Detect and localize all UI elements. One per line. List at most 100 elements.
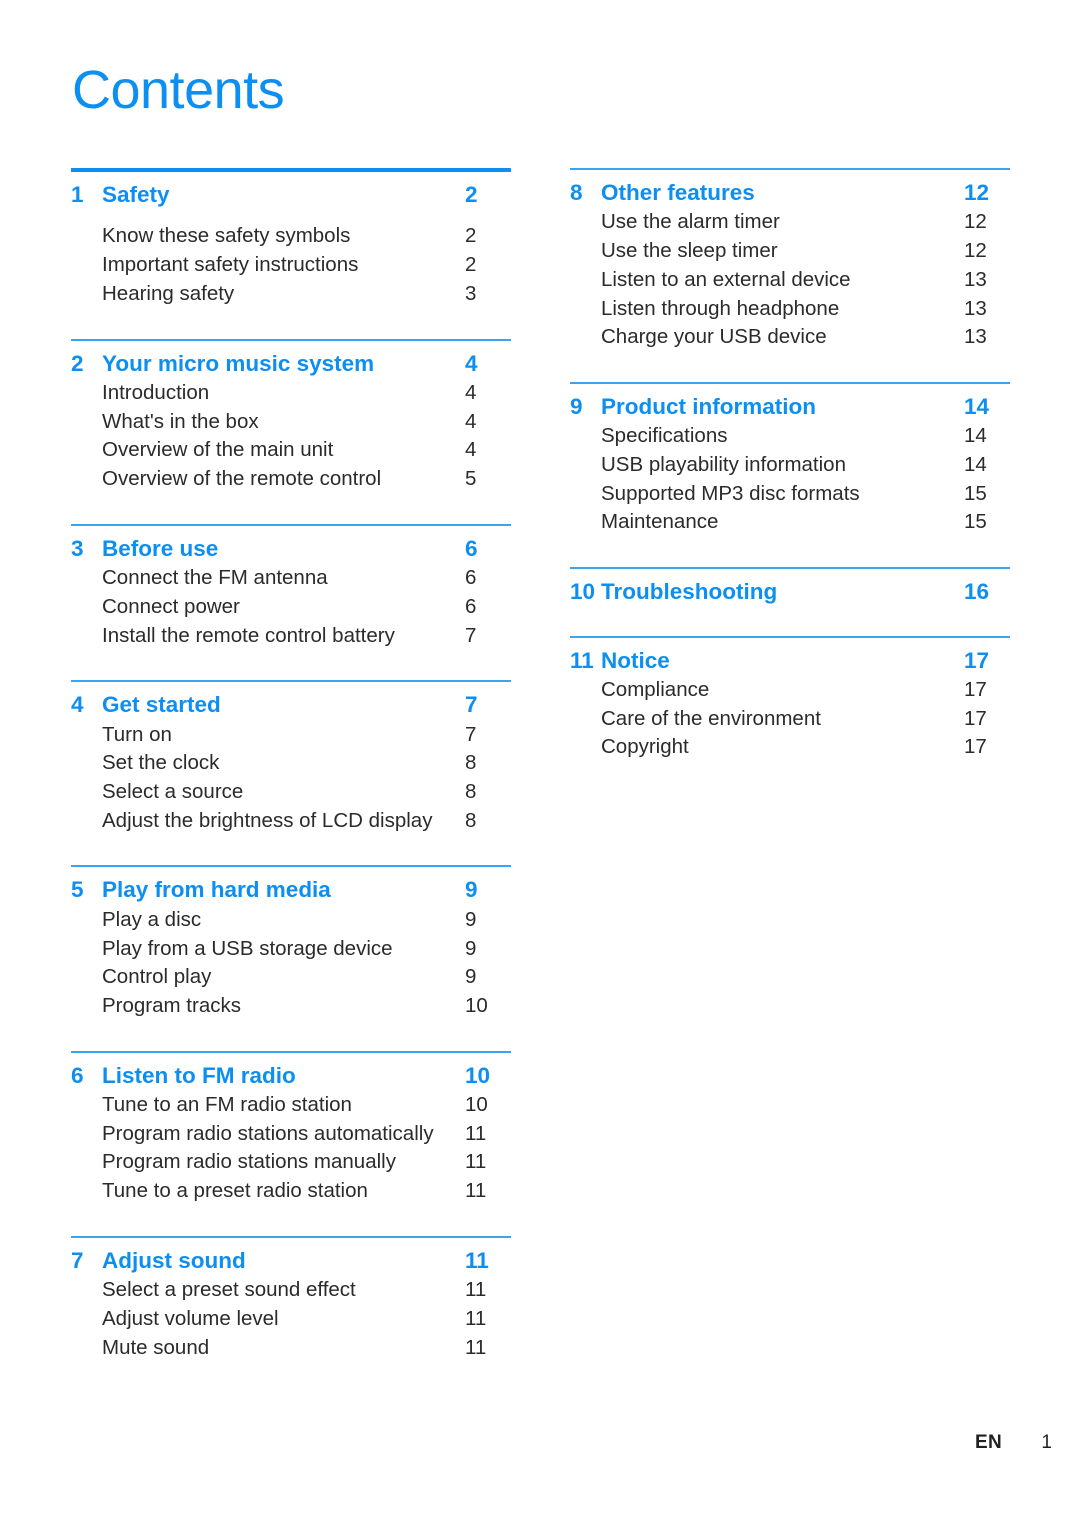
toc-section: 4 Get started 7 Turn on 7 Set the clock 8 Selec… [71, 680, 511, 835]
toc-subitem-list: Connect the FM antenna 6 Connect power 6 Ins… [71, 564, 511, 650]
section-page-number: 16 [964, 579, 990, 605]
toc-entry-page-number: 11 [465, 1335, 487, 1359]
toc-section-heading[interactable]: 3 Before use 6 [71, 535, 511, 562]
toc-entry-label: Turn on [102, 722, 172, 746]
toc-entry-label: Maintenance [601, 510, 719, 534]
toc-section-heading[interactable]: 1 Safety 2 [71, 181, 511, 208]
toc-entry-label: Select a preset sound effect [102, 1278, 356, 1302]
toc-entry[interactable]: Connect power 6 [102, 593, 511, 622]
toc-entry-page-number: 13 [964, 267, 987, 291]
toc-entry-label: Compliance [601, 677, 710, 701]
toc-section-heading[interactable]: 2 Your micro music system 4 [71, 350, 511, 377]
section-number: 10 [570, 579, 596, 605]
toc-entry[interactable]: Introduction 4 [102, 379, 511, 408]
toc-section-heading[interactable]: 11 Notice 17 [570, 647, 1010, 674]
section-number: 9 [570, 393, 583, 419]
toc-entry[interactable]: Overview of the main unit 4 [102, 436, 511, 465]
section-number: 7 [71, 1247, 84, 1273]
toc-entry-page-number: 8 [465, 751, 477, 775]
toc-entry-page-number: 11 [465, 1306, 487, 1330]
toc-entry[interactable]: Connect the FM antenna 6 [102, 564, 511, 593]
section-divider [570, 381, 1010, 384]
toc-entry[interactable]: Set the clock 8 [102, 749, 511, 778]
section-title: Safety [102, 182, 170, 207]
toc-entry[interactable]: Turn on 7 [102, 721, 511, 750]
section-divider [570, 635, 1010, 638]
toc-section-heading[interactable]: 4 Get started 7 [71, 691, 511, 718]
toc-section: 5 Play from hard media 9 Play a disc 9 Play f… [71, 865, 511, 1020]
toc-entry[interactable]: Program radio stations manually 11 [102, 1148, 511, 1177]
toc-entry[interactable]: Play a disc 9 [102, 906, 511, 935]
toc-entry[interactable]: Select a source 8 [102, 778, 511, 807]
toc-entry-label: Know these safety symbols [102, 224, 351, 248]
section-title: Troubleshooting [601, 579, 778, 605]
toc-entry[interactable]: Adjust volume level 11 [102, 1305, 511, 1334]
toc-entry[interactable]: Important safety instructions 2 [102, 251, 511, 280]
section-page-number: 14 [964, 393, 990, 419]
toc-entry[interactable]: Hearing safety 3 [102, 280, 511, 309]
toc-entry[interactable]: Copyright 17 [601, 733, 1010, 762]
toc-entry-label: Use the sleep timer [601, 239, 778, 263]
toc-section: 1 Safety 2 Know these safety symbols 2 Import… [71, 168, 511, 309]
toc-entry[interactable]: Charge your USB device 13 [601, 323, 1010, 352]
toc-entry[interactable]: Mute sound 11 [102, 1334, 511, 1363]
toc-section: 2 Your micro music system 4 Introduction 4 Wh… [71, 338, 511, 494]
toc-section-heading[interactable]: 9 Product information 14 [570, 393, 1010, 420]
toc-entry[interactable]: Select a preset sound effect 11 [102, 1276, 511, 1305]
toc-entry[interactable]: Adjust the brightness of LCD display 8 [102, 807, 511, 836]
toc-subitem-list: Know these safety symbols 2 Important safe… [71, 222, 511, 308]
toc-entry-label: Set the clock [102, 751, 220, 775]
toc-entry[interactable]: Play from a USB storage device 9 [102, 935, 511, 964]
toc-entry[interactable]: What's in the box 4 [102, 408, 511, 437]
toc-entry[interactable]: Compliance 17 [601, 676, 1010, 705]
toc-entry-label: Charge your USB device [601, 325, 827, 349]
toc-entry[interactable]: Program tracks 10 [102, 992, 511, 1021]
toc-section-heading[interactable]: 5 Play from hard media 9 [71, 876, 511, 903]
toc-section-heading[interactable]: 8 Other features 12 [570, 179, 1010, 206]
toc-entry-page-number: 4 [465, 438, 477, 462]
toc-entry[interactable]: Maintenance 15 [601, 508, 1010, 537]
toc-entry-page-number: 9 [465, 965, 477, 989]
toc-entry[interactable]: Listen through headphone 13 [601, 295, 1010, 324]
toc-entry[interactable]: Control play 9 [102, 963, 511, 992]
toc-entry-label: Adjust the brightness of LCD display [102, 808, 433, 832]
toc-entry[interactable]: Supported MP3 disc formats 15 [601, 480, 1010, 509]
toc-entry[interactable]: Install the remote control battery 7 [102, 622, 511, 651]
toc-entry[interactable]: Tune to an FM radio station 10 [102, 1091, 511, 1120]
toc-entry-page-number: 2 [465, 253, 477, 277]
toc-entry[interactable]: Specifications 14 [601, 422, 1010, 451]
section-page-number: 17 [964, 647, 990, 673]
toc-entry-page-number: 14 [964, 424, 987, 448]
toc-entry-label: Listen through headphone [601, 296, 840, 320]
toc-entry[interactable]: Use the sleep timer 12 [601, 237, 1010, 266]
toc-entry[interactable]: Care of the environment 17 [601, 705, 1010, 734]
toc-entry-page-number: 12 [964, 210, 987, 234]
toc-entry[interactable]: Know these safety symbols 2 [102, 222, 511, 251]
toc-entry-page-number: 6 [465, 594, 477, 618]
toc-entry-label: Connect power [102, 594, 240, 618]
page-title: Contents [72, 60, 285, 120]
toc-entry-label: Play a disc [102, 907, 202, 931]
section-page-number: 4 [465, 350, 478, 376]
toc-section-heading[interactable]: 6 Listen to FM radio 10 [71, 1062, 511, 1089]
toc-entry[interactable]: Tune to a preset radio station 11 [102, 1177, 511, 1206]
toc-entry[interactable]: Use the alarm timer 12 [601, 208, 1010, 237]
toc-section-heading[interactable]: 7 Adjust sound 11 [71, 1247, 511, 1274]
section-divider [71, 1050, 511, 1053]
toc-entry[interactable]: Listen to an external device 13 [601, 266, 1010, 295]
section-divider [570, 168, 1010, 170]
toc-entry-label: Hearing safety [102, 281, 235, 305]
toc-entry[interactable]: Overview of the remote control 5 [102, 465, 511, 494]
toc-entry-label: Install the remote control battery [102, 623, 395, 647]
section-divider [71, 168, 511, 172]
toc-entry-label: Program radio stations automatically [102, 1121, 434, 1145]
section-divider [71, 865, 511, 868]
section-divider [570, 567, 1010, 570]
toc-entry-page-number: 4 [465, 409, 477, 433]
toc-entry[interactable]: Program radio stations automatically 11 [102, 1120, 511, 1149]
toc-entry[interactable]: USB playability information 14 [601, 451, 1010, 480]
toc-section-heading[interactable]: 10 Troubleshooting 16 [570, 578, 1010, 605]
section-divider [71, 680, 511, 683]
